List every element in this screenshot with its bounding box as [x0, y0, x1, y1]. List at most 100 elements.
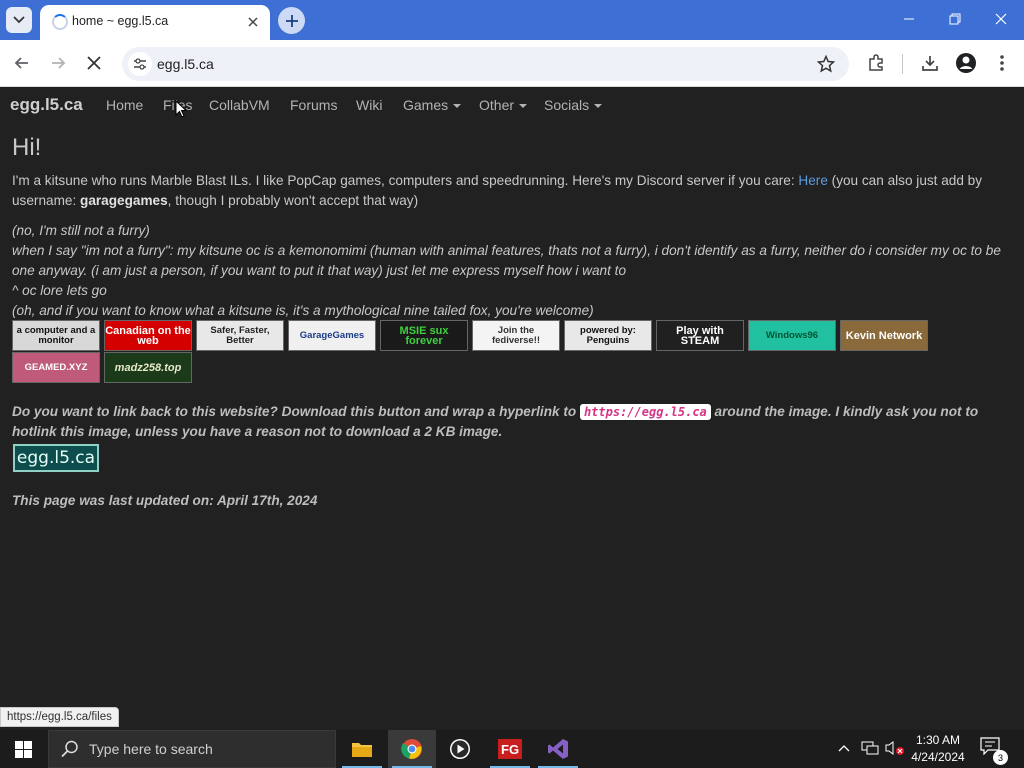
- restore-icon: [949, 13, 961, 25]
- badge-firefox[interactable]: Safer, Faster, Better: [196, 320, 284, 351]
- taskbar: Type here to search FG 1:30 AM 4/24/2024…: [0, 730, 1024, 768]
- note-line: (oh, and if you want to know what a kits…: [12, 303, 594, 318]
- extensions-button[interactable]: [862, 49, 890, 77]
- badge-text: Safer, Faster, Better: [210, 324, 270, 346]
- toolbar-divider: [902, 54, 903, 74]
- linkback-url-code: https://egg.l5.ca: [579, 404, 711, 420]
- search-icon: [61, 740, 78, 758]
- intro-text-end: , though I probably won't accept that wa…: [167, 193, 419, 208]
- volume-muted-icon[interactable]: [885, 740, 905, 756]
- bookmark-button[interactable]: [815, 53, 837, 75]
- nav-home[interactable]: Home: [106, 97, 143, 113]
- badge-steam[interactable]: Play with STEAM: [656, 320, 744, 351]
- downloads-button[interactable]: [916, 49, 944, 77]
- tab-close-button[interactable]: [244, 13, 262, 31]
- svg-text:FG: FG: [501, 742, 519, 757]
- discord-link[interactable]: Here: [798, 173, 827, 188]
- restore-button[interactable]: [939, 4, 971, 34]
- tab-search-button[interactable]: [6, 7, 32, 33]
- badge-canadian[interactable]: Canadian on the web: [104, 320, 192, 351]
- chevron-up-icon[interactable]: [837, 740, 851, 756]
- back-button[interactable]: [8, 49, 36, 77]
- nav-other-label: Other: [479, 97, 515, 113]
- badge-text: GarageGames: [299, 329, 365, 341]
- badge-madz258[interactable]: madz258.top: [104, 352, 192, 383]
- nav-collabvm[interactable]: CollabVM: [209, 97, 270, 113]
- badge-text: Canadian on the web: [105, 324, 191, 347]
- caret-down-icon: [594, 104, 603, 109]
- tab-strip: home ~ egg.l5.ca: [0, 0, 1024, 40]
- play-icon: [450, 739, 470, 759]
- taskbar-chrome[interactable]: [388, 730, 436, 768]
- nav-games-label: Games: [403, 97, 449, 113]
- more-vertical-icon: [1000, 55, 1004, 71]
- nav-other-dropdown[interactable]: Other: [479, 97, 528, 113]
- start-button[interactable]: [0, 730, 46, 768]
- minimize-button[interactable]: [893, 4, 925, 34]
- note-lines: (no, I'm still not a furry) when I say "…: [12, 221, 1012, 321]
- profile-button[interactable]: [952, 49, 980, 77]
- browser-menu-button[interactable]: [988, 49, 1016, 77]
- url-text[interactable]: egg.l5.ca: [157, 56, 214, 72]
- tune-icon: [134, 58, 146, 70]
- close-icon: [995, 13, 1007, 25]
- badge-geamed[interactable]: GEAMED.XYZ: [12, 352, 100, 383]
- badge-kevin-network[interactable]: Kevin Network: [840, 320, 928, 351]
- taskbar-search[interactable]: Type here to search: [48, 730, 336, 768]
- fg-app-icon: FG: [498, 739, 522, 759]
- site-settings-icon[interactable]: [128, 52, 152, 76]
- badge-text: Windows96: [765, 329, 819, 341]
- taskbar-fg-app[interactable]: FG: [486, 730, 534, 768]
- badge-text: Kevin Network: [845, 329, 923, 342]
- site-brand-link[interactable]: egg.l5.ca: [10, 95, 83, 115]
- chevron-down-icon: [13, 16, 25, 24]
- taskbar-file-explorer[interactable]: [338, 730, 386, 768]
- nav-forums[interactable]: Forums: [290, 97, 337, 113]
- badge-windows96[interactable]: Windows96: [748, 320, 836, 351]
- tab-title: home ~ egg.l5.ca: [72, 14, 169, 28]
- clock-time: 1:30 AM: [915, 733, 961, 747]
- badge-garagegames[interactable]: GarageGames: [288, 320, 376, 351]
- active-tab[interactable]: home ~ egg.l5.ca: [40, 5, 270, 40]
- minimize-icon: [904, 18, 914, 20]
- system-clock[interactable]: 1:30 AM 4/24/2024: [908, 732, 968, 766]
- nav-games-dropdown[interactable]: Games: [403, 97, 462, 113]
- note-line: when I say "im not a furry": my kitsune …: [12, 243, 1001, 278]
- caret-down-icon: [453, 104, 462, 109]
- mouse-cursor-icon: [175, 100, 187, 118]
- nav-wiki[interactable]: Wiki: [356, 97, 382, 113]
- badge-text: GEAMED.XYZ: [24, 361, 88, 373]
- network-icon[interactable]: [861, 740, 879, 756]
- address-bar[interactable]: egg.l5.ca: [122, 47, 849, 81]
- taskbar-media-player[interactable]: [436, 730, 484, 768]
- badge-msie-sux[interactable]: MSIE sux forever: [380, 320, 468, 351]
- visual-studio-icon: [548, 739, 568, 759]
- account-icon: [956, 53, 976, 73]
- forward-button[interactable]: [44, 49, 72, 77]
- nav-socials-dropdown[interactable]: Socials: [544, 97, 603, 113]
- notification-count-badge: 3: [993, 750, 1008, 765]
- puzzle-icon: [869, 54, 883, 71]
- download-icon: [922, 56, 938, 71]
- intro-paragraph: I'm a kitsune who runs Marble Blast ILs.…: [12, 171, 1012, 211]
- search-placeholder: Type here to search: [89, 741, 213, 757]
- window-close-button[interactable]: [985, 4, 1017, 34]
- linkback-text: Do you want to link back to this website…: [12, 404, 580, 419]
- egg-88x31-button[interactable]: egg.l5.ca: [13, 444, 99, 472]
- folder-icon: [352, 743, 372, 757]
- web-page: egg.l5.ca Home Files CollabVM Forums Wik…: [0, 88, 1024, 730]
- badge-text: powered by: Penguins: [580, 324, 636, 346]
- site-navbar: egg.l5.ca Home Files CollabVM Forums Wik…: [0, 88, 1024, 122]
- badge-powered-by-penguins[interactable]: powered by: Penguins: [564, 320, 652, 351]
- new-tab-button[interactable]: [278, 7, 305, 34]
- close-icon: [87, 56, 101, 70]
- badge-text: Join the fediverse!!: [491, 324, 541, 346]
- badge-text: a computer and a monitor: [16, 324, 96, 346]
- stop-loading-button[interactable]: [80, 49, 108, 77]
- taskbar-visual-studio[interactable]: [534, 730, 582, 768]
- star-icon: [817, 55, 835, 73]
- badge-computer-monitor[interactable]: a computer and a monitor: [12, 320, 100, 351]
- badge-fediverse[interactable]: Join the fediverse!!: [472, 320, 560, 351]
- chrome-icon: [401, 739, 422, 759]
- notification-center-button[interactable]: 3: [980, 737, 1008, 765]
